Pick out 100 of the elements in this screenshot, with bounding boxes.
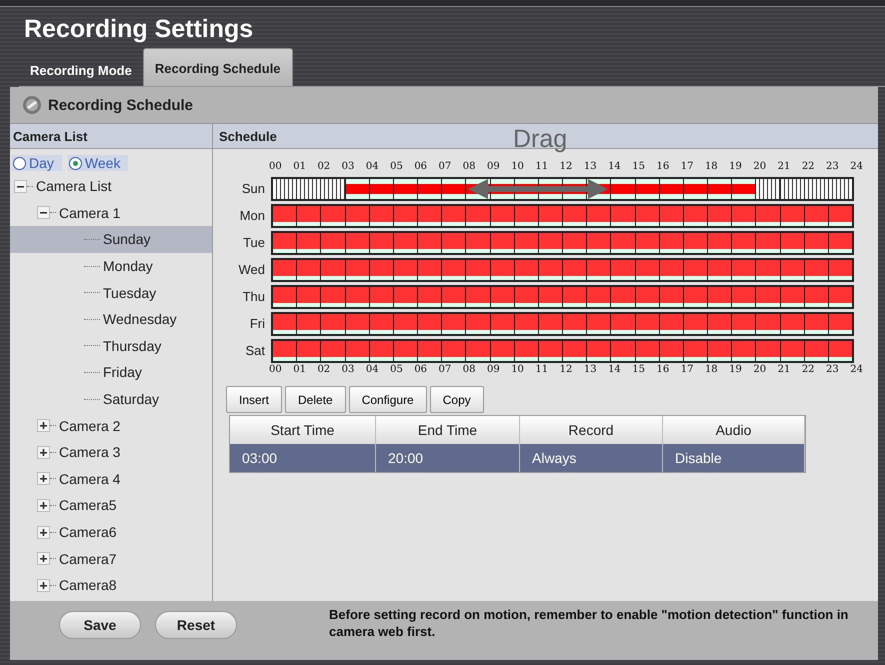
expand-icon[interactable] <box>37 578 50 592</box>
hour-slot[interactable] <box>660 178 683 198</box>
hour-slot[interactable] <box>346 286 369 306</box>
hour-slot[interactable] <box>780 260 804 280</box>
tree-item[interactable]: Camera 1 <box>57 204 122 221</box>
hour-slot[interactable] <box>273 260 296 280</box>
hour-slot[interactable] <box>514 232 538 252</box>
schedule-bar[interactable] <box>271 338 854 362</box>
hour-slot[interactable] <box>756 314 780 334</box>
hour-slot[interactable] <box>804 340 828 360</box>
hour-slot[interactable] <box>611 232 635 252</box>
hour-slot[interactable] <box>273 178 296 198</box>
hour-slot[interactable] <box>442 178 466 198</box>
hour-slot[interactable] <box>684 314 708 334</box>
hour-slot[interactable] <box>828 206 852 226</box>
hour-slot[interactable] <box>636 314 659 334</box>
hour-slot[interactable] <box>297 260 320 280</box>
hour-slot[interactable] <box>370 340 393 360</box>
hour-slot[interactable] <box>804 206 828 226</box>
hour-slot[interactable] <box>370 314 393 334</box>
hour-slot[interactable] <box>828 340 852 360</box>
hour-slot[interactable] <box>514 286 538 306</box>
tree-item[interactable]: Camera 3 <box>57 444 122 460</box>
hour-slot[interactable] <box>321 232 345 252</box>
tree-item[interactable]: Camera 4 <box>57 470 122 487</box>
hour-slot[interactable] <box>442 286 466 306</box>
hour-slot[interactable] <box>708 232 732 252</box>
hour-slot[interactable] <box>780 206 804 226</box>
hour-slot[interactable] <box>321 286 345 306</box>
hour-slot[interactable] <box>660 206 683 226</box>
hour-slot[interactable] <box>732 178 756 198</box>
hour-slot[interactable] <box>490 232 514 252</box>
hour-slot[interactable] <box>708 286 732 306</box>
hour-slot[interactable] <box>611 286 635 306</box>
hour-slot[interactable] <box>538 314 562 334</box>
tree-item[interactable]: Camera8 <box>57 577 119 594</box>
hour-slot[interactable] <box>708 206 732 226</box>
tree-item[interactable]: Camera5 <box>57 497 119 514</box>
hour-slot[interactable] <box>370 286 393 306</box>
hour-slot[interactable] <box>708 178 732 198</box>
hour-slot[interactable] <box>273 206 296 226</box>
hour-slot[interactable] <box>442 232 466 252</box>
hour-slot[interactable] <box>756 340 780 360</box>
hour-slot[interactable] <box>370 178 393 198</box>
hour-slot[interactable] <box>297 206 320 226</box>
hour-slot[interactable] <box>297 286 320 306</box>
hour-slot[interactable] <box>563 340 586 360</box>
hour-slot[interactable] <box>828 232 852 252</box>
hour-slot[interactable] <box>490 314 514 334</box>
hour-slot[interactable] <box>684 286 708 306</box>
hour-slot[interactable] <box>273 314 296 334</box>
hour-slot[interactable] <box>297 314 320 334</box>
hour-slot[interactable] <box>370 260 393 280</box>
schedule-bar[interactable] <box>271 176 854 200</box>
schedule-bar[interactable] <box>271 204 854 228</box>
toolbar-button[interactable]: Copy <box>430 386 484 413</box>
hour-slot[interactable] <box>587 206 610 226</box>
hour-slot[interactable] <box>684 260 708 280</box>
hour-slot[interactable] <box>321 340 345 360</box>
hour-slot[interactable] <box>660 340 683 360</box>
hour-slot[interactable] <box>732 260 756 280</box>
hour-slot[interactable] <box>273 340 296 360</box>
tree-item[interactable]: Tuesday <box>101 284 158 301</box>
hour-slot[interactable] <box>660 232 683 252</box>
hour-slot[interactable] <box>418 178 442 198</box>
toolbar-button[interactable]: Insert <box>226 386 282 413</box>
hour-slot[interactable] <box>346 232 369 252</box>
hour-slot[interactable] <box>828 314 852 334</box>
hour-slot[interactable] <box>828 286 852 306</box>
radio-option[interactable]: Week <box>68 155 128 171</box>
hour-slot[interactable] <box>611 314 635 334</box>
collapse-icon[interactable] <box>14 180 27 193</box>
schedule-bar[interactable] <box>271 284 854 308</box>
hour-slot[interactable] <box>587 260 610 280</box>
hour-slot[interactable] <box>442 340 466 360</box>
schedule-bar[interactable] <box>271 312 854 336</box>
hour-slot[interactable] <box>660 314 683 334</box>
hour-slot[interactable] <box>804 286 828 306</box>
hour-slot[interactable] <box>732 314 756 334</box>
hour-slot[interactable] <box>466 286 490 306</box>
hour-slot[interactable] <box>611 178 635 198</box>
hour-slot[interactable] <box>538 286 562 306</box>
hour-slot[interactable] <box>346 314 369 334</box>
hour-slot[interactable] <box>321 314 345 334</box>
expand-icon[interactable] <box>37 419 50 432</box>
hour-slot[interactable] <box>490 340 514 360</box>
hour-slot[interactable] <box>636 340 659 360</box>
hour-slot[interactable] <box>442 314 466 334</box>
tree-item[interactable]: Camera6 <box>57 524 119 540</box>
tree-item[interactable]: Monday <box>101 258 155 274</box>
hour-slot[interactable] <box>514 314 538 334</box>
toolbar-button[interactable]: Delete <box>285 386 346 413</box>
hour-slot[interactable] <box>587 340 610 360</box>
hour-slot[interactable] <box>297 178 320 198</box>
hour-slot[interactable] <box>780 232 804 252</box>
hour-slot[interactable] <box>563 286 586 306</box>
hour-slot[interactable] <box>346 260 369 280</box>
tree-item[interactable]: Sunday <box>101 231 152 248</box>
hour-slot[interactable] <box>708 314 732 334</box>
hour-slot[interactable] <box>394 314 418 334</box>
